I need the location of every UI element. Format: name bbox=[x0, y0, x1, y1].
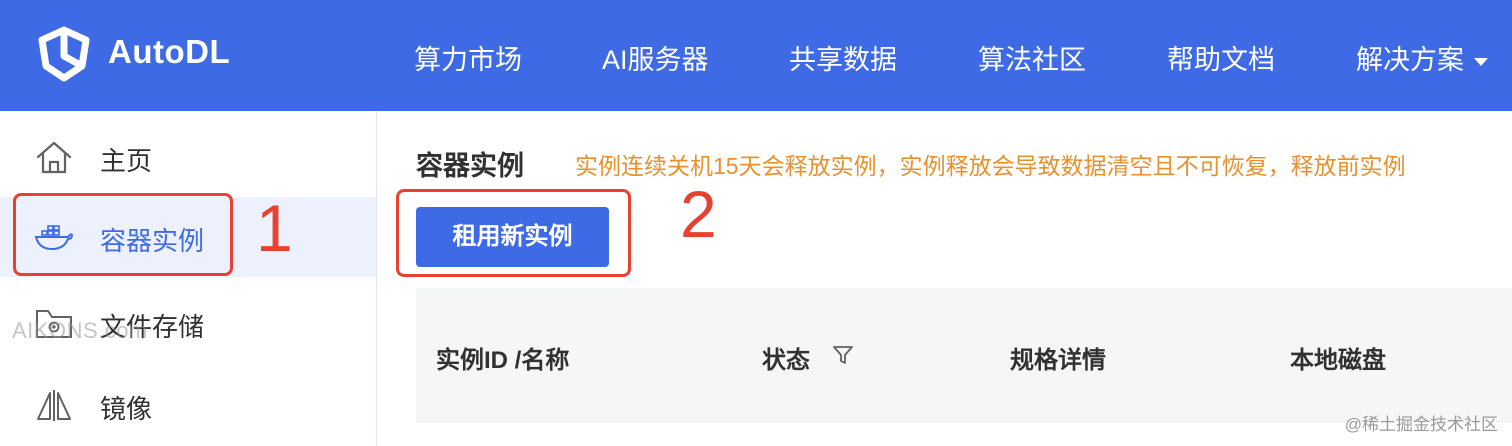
top-nav-bar: AutoDL 算力市场 AI服务器 共享数据 算法社区 帮助文档 解决方案 bbox=[0, 0, 1512, 111]
autodl-logo-icon[interactable] bbox=[34, 26, 94, 82]
column-instance-id-name[interactable]: 实例ID /名称 bbox=[436, 340, 569, 375]
credit-text: @稀土掘金技术社区 bbox=[1344, 415, 1498, 434]
annotation-box-step2 bbox=[396, 189, 631, 277]
chevron-down-icon bbox=[1474, 57, 1488, 66]
home-icon bbox=[36, 141, 72, 174]
annotation-step1-number: 1 bbox=[256, 191, 293, 265]
column-status[interactable]: 状态 bbox=[762, 340, 810, 375]
watermark: AIKONS.com bbox=[12, 318, 148, 343]
sidebar-item-home[interactable]: 主页 bbox=[0, 117, 376, 197]
nav-algorithm-community[interactable]: 算法社区 bbox=[978, 38, 1086, 77]
page-title: 容器实例 bbox=[416, 151, 524, 181]
instance-table-header: 实例ID /名称 状态 规格详情 本地磁盘 bbox=[416, 288, 1512, 422]
filter-icon[interactable] bbox=[832, 344, 854, 366]
brand-name[interactable]: AutoDL bbox=[108, 33, 230, 71]
mirror-icon bbox=[37, 390, 71, 421]
column-local-disk[interactable]: 本地磁盘 bbox=[1290, 340, 1386, 375]
column-spec-details[interactable]: 规格详情 bbox=[1010, 340, 1106, 375]
nav-compute-market[interactable]: 算力市场 bbox=[414, 38, 522, 77]
annotation-box-step1 bbox=[13, 193, 233, 276]
sidebar-item-label: 主页 bbox=[100, 146, 153, 176]
sidebar-item-label: 镜像 bbox=[100, 394, 153, 424]
sidebar: 主页 容器实例 文件存储 镜像 bbox=[0, 111, 377, 446]
annotation-step2-number: 2 bbox=[680, 177, 717, 251]
nav-solutions-label: 解决方案 bbox=[1356, 45, 1464, 75]
nav-shared-data[interactable]: 共享数据 bbox=[789, 38, 897, 77]
nav-solutions[interactable]: 解决方案 bbox=[1356, 38, 1488, 77]
nav-help-docs[interactable]: 帮助文档 bbox=[1167, 38, 1275, 77]
nav-ai-servers[interactable]: AI服务器 bbox=[602, 38, 709, 77]
sidebar-item-images[interactable]: 镜像 bbox=[0, 365, 376, 445]
